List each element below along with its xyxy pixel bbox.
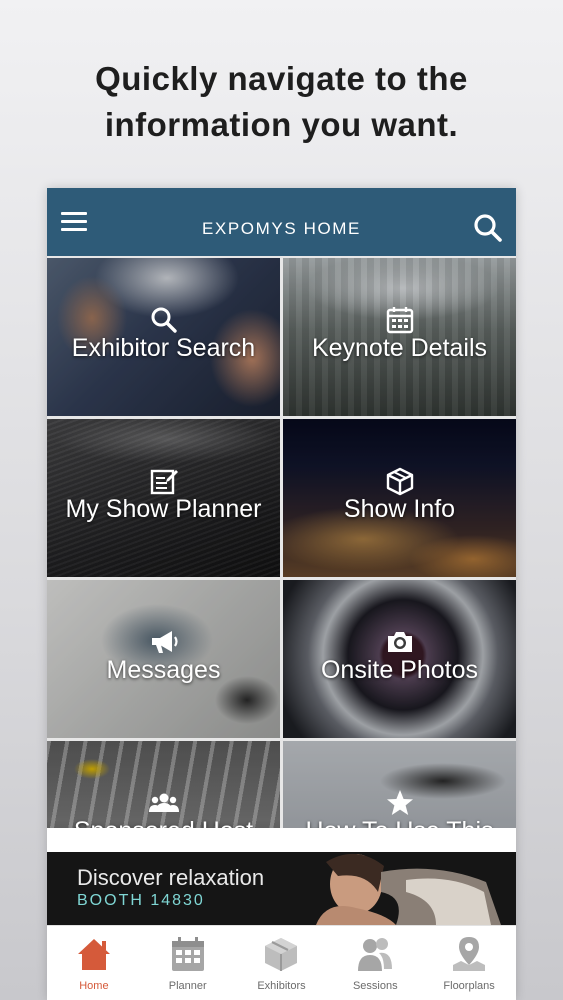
app-bar: EXPOMYS HOME (47, 188, 516, 256)
page-headline: Quickly navigate to the information you … (95, 60, 468, 143)
tile-label: Onsite Photos (320, 656, 479, 684)
sponsor-banner[interactable]: Discover relaxation BOOTH 14830 (47, 852, 516, 925)
search-icon (47, 305, 280, 335)
tile-keynote-details[interactable]: Keynote Details (283, 258, 516, 416)
tab-label: Floorplans (443, 980, 495, 992)
home-icon (47, 935, 141, 973)
ad-image (286, 852, 506, 925)
menu-icon[interactable] (59, 208, 89, 236)
tab-planner[interactable]: Planner (141, 926, 235, 1000)
calendar-grid-icon (141, 935, 235, 973)
tab-exhibitors[interactable]: Exhibitors (235, 926, 329, 1000)
tile-my-show-planner[interactable]: My Show Planner (47, 419, 280, 577)
tile-label: How To Use This (283, 817, 516, 828)
tile-label: Exhibitor Search (71, 334, 256, 362)
star-icon (283, 788, 516, 818)
tile-label: Keynote Details (311, 334, 488, 362)
home-tile-grid: Exhibitor Search Keynote Details My Show… (47, 256, 516, 828)
tile-show-info[interactable]: Show Info (283, 419, 516, 577)
calendar-icon (283, 305, 516, 335)
tile-label: Sponsored Host (47, 817, 280, 828)
map-pin-icon (422, 935, 516, 973)
tile-label: My Show Planner (65, 495, 262, 523)
cube-icon (283, 466, 516, 496)
camera-icon (283, 627, 516, 657)
tile-sponsored-host[interactable]: Sponsored Host (47, 741, 280, 828)
tab-floorplans[interactable]: Floorplans (422, 926, 516, 1000)
tile-label: Messages (106, 656, 221, 684)
ad-headline: Discover relaxation (77, 865, 265, 890)
search-icon[interactable] (472, 212, 504, 244)
people-icon (328, 935, 422, 973)
tab-label: Sessions (352, 980, 398, 992)
tab-home[interactable]: Home (47, 926, 141, 1000)
tile-exhibitor-search[interactable]: Exhibitor Search (47, 258, 280, 416)
tile-label: Show Info (343, 495, 456, 523)
tab-sessions[interactable]: Sessions (328, 926, 422, 1000)
app-screen: EXPOMYS HOME Exhibitor Search Keynote De… (47, 188, 516, 1000)
tab-label: Planner (168, 980, 207, 992)
ad-booth: BOOTH 14830 (77, 892, 205, 909)
tile-how-to-use[interactable]: How To Use This (283, 741, 516, 828)
bottom-tab-bar: Home Planner Exhibitors Sessions Floorpl… (47, 925, 516, 1000)
box-icon (235, 935, 329, 973)
edit-note-icon (47, 466, 280, 496)
tile-onsite-photos[interactable]: Onsite Photos (283, 580, 516, 738)
tab-label: Exhibitors (257, 980, 306, 992)
app-title: EXPOMYS HOME (201, 219, 361, 238)
group-icon (47, 788, 280, 818)
megaphone-icon (47, 627, 280, 657)
tile-messages[interactable]: Messages (47, 580, 280, 738)
tab-label: Home (79, 980, 109, 992)
